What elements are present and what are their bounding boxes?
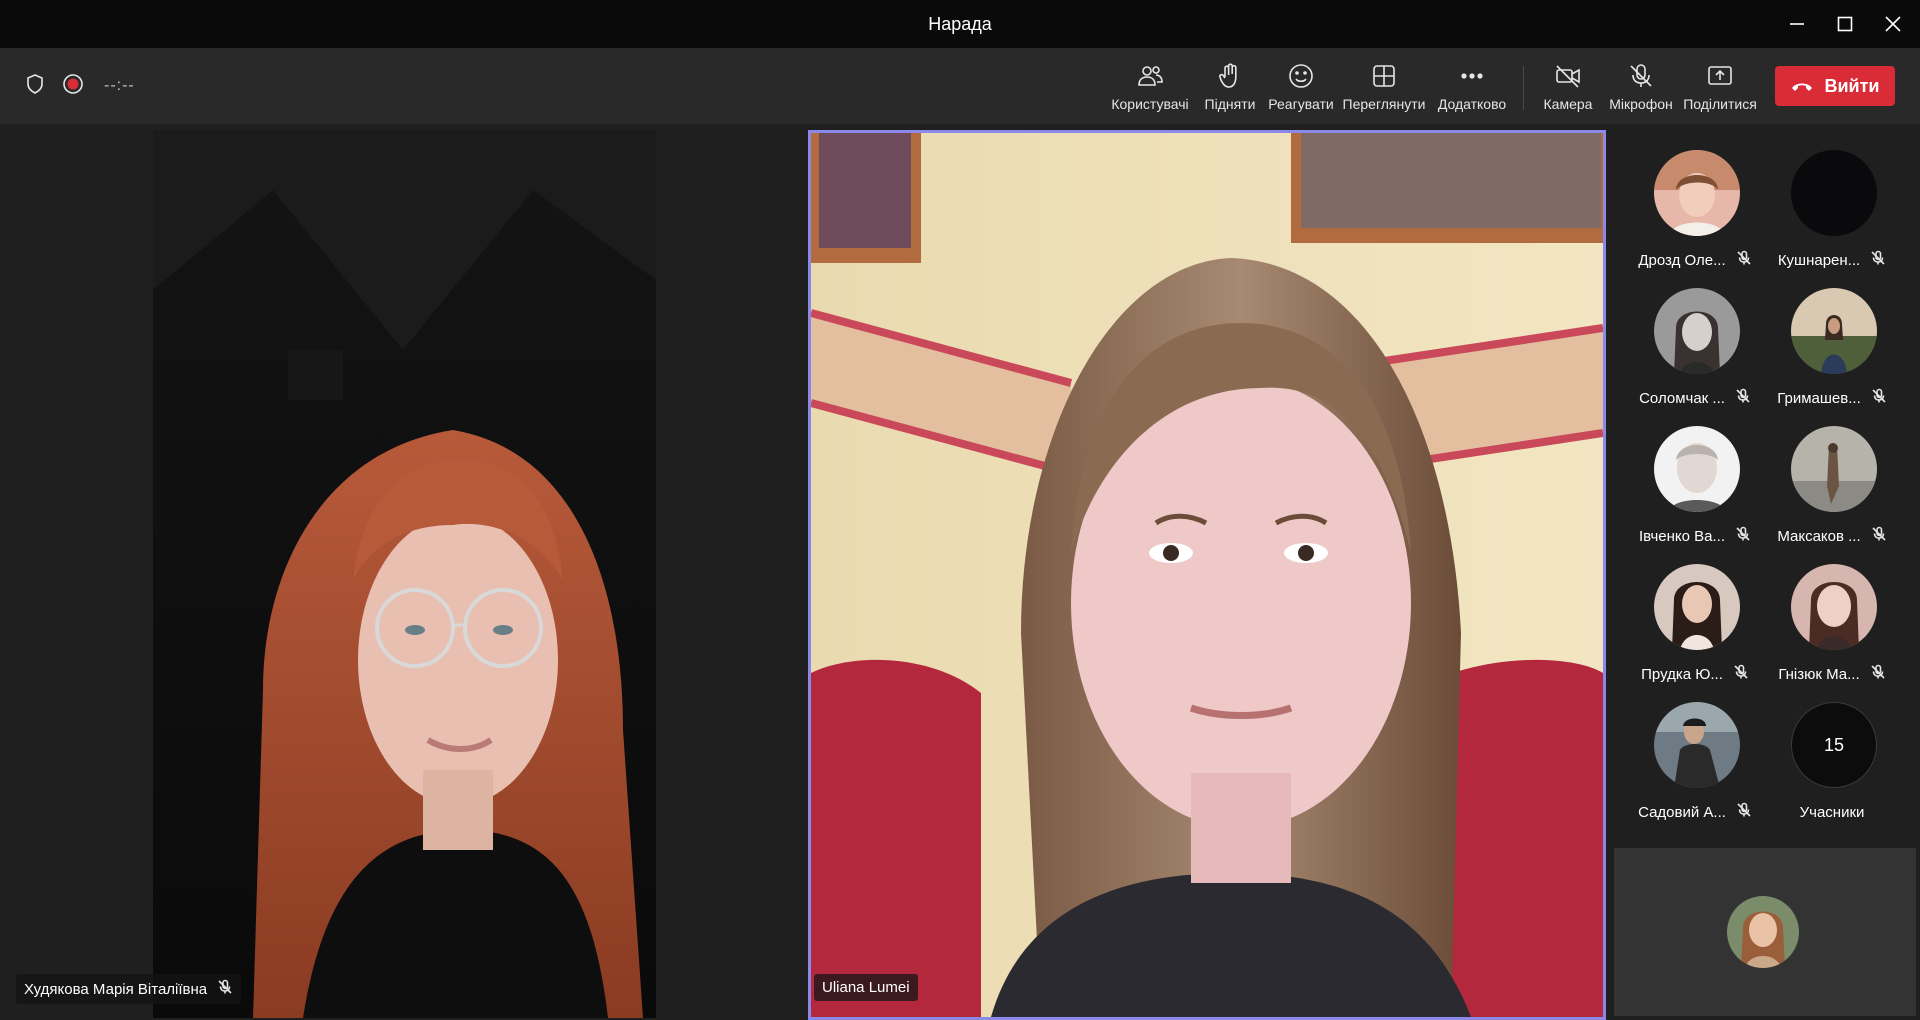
self-avatar <box>1727 896 1799 968</box>
more-button[interactable]: Додатково <box>1434 58 1510 118</box>
mic-off-icon <box>1871 526 1887 546</box>
share-button[interactable]: Поділитися <box>1682 58 1758 118</box>
mic-off-icon <box>1735 526 1751 546</box>
participant-video-left <box>153 130 656 1018</box>
avatar <box>1791 564 1877 650</box>
mic-off-icon <box>217 979 233 999</box>
participant-tile[interactable]: Дрозд Оле... <box>1626 150 1764 280</box>
mic-off-icon <box>1630 64 1652 87</box>
raise-hand-button[interactable]: Підняти <box>1202 58 1258 118</box>
close-icon <box>1885 16 1901 32</box>
participant-tile[interactable]: Гримашев... <box>1763 288 1901 418</box>
mic-off-icon <box>1733 664 1749 684</box>
participant-tile[interactable]: Садовий А... <box>1626 702 1764 832</box>
participants-overflow[interactable]: 15 Учасники <box>1763 702 1901 832</box>
camera-button[interactable]: Камера <box>1538 58 1598 118</box>
meeting-toolbar: --:-- Користувачі Підняти Реагувати Пере… <box>0 48 1920 124</box>
avatar <box>1791 150 1877 236</box>
more-icon <box>1461 73 1483 79</box>
close-button[interactable] <box>1866 0 1920 48</box>
name-tag-left: Худякова Марія Віталіївна <box>16 974 242 1004</box>
hang-up-icon <box>1792 83 1813 91</box>
mic-off-icon <box>1871 388 1887 408</box>
participant-count: 15 <box>1791 702 1877 788</box>
recording-icon <box>62 73 84 100</box>
avatar <box>1791 288 1877 374</box>
participant-tile[interactable]: Максаков ... <box>1763 426 1901 556</box>
video-tile-left[interactable] <box>153 130 656 1018</box>
title-bar: Нарада <box>0 0 1920 48</box>
mic-button[interactable]: Мікрофон <box>1606 58 1676 118</box>
view-button[interactable]: Переглянути <box>1342 58 1426 118</box>
participant-tile[interactable]: Гнізюк Ма... <box>1763 564 1901 694</box>
mic-off-icon <box>1735 388 1751 408</box>
toolbar-divider <box>1523 66 1524 110</box>
name-tag-active: Uliana Lumei <box>814 974 918 1001</box>
participant-video-right <box>811 133 1603 1017</box>
hand-icon <box>1219 63 1237 88</box>
avatar <box>1654 150 1740 236</box>
people-button[interactable]: Користувачі <box>1110 58 1190 118</box>
minimize-icon <box>1790 23 1804 25</box>
avatar <box>1654 564 1740 650</box>
leave-button[interactable]: Вийти <box>1775 66 1895 106</box>
mic-off-icon <box>1736 250 1752 270</box>
maximize-button[interactable] <box>1818 0 1872 48</box>
grid-icon <box>1373 65 1395 87</box>
participant-tile[interactable]: Соломчак ... <box>1626 288 1764 418</box>
maximize-icon <box>1837 16 1853 32</box>
mic-off-icon <box>1870 664 1886 684</box>
avatar <box>1654 288 1740 374</box>
meeting-timer: --:-- <box>104 77 135 94</box>
minimize-button[interactable] <box>1770 0 1824 48</box>
participant-tile[interactable]: Івченко Ва... <box>1626 426 1764 556</box>
mic-off-icon <box>1736 802 1752 822</box>
avatar <box>1654 426 1740 512</box>
people-icon <box>1138 66 1163 86</box>
video-tile-active[interactable] <box>808 130 1606 1020</box>
react-button[interactable]: Реагувати <box>1268 58 1334 118</box>
mic-off-icon <box>1870 250 1886 270</box>
shield-icon[interactable] <box>24 73 46 100</box>
participant-tile[interactable]: Прудка Ю... <box>1626 564 1764 694</box>
video-stage: Худякова Марія Віталіївна Uliana Lumei <box>0 124 1610 1020</box>
share-icon <box>1708 66 1732 85</box>
participant-tile[interactable]: Кушнарен... <box>1763 150 1901 280</box>
self-view[interactable] <box>1614 848 1916 1016</box>
avatar <box>1654 702 1740 788</box>
smile-icon <box>1289 64 1313 88</box>
camera-off-icon <box>1556 65 1580 88</box>
avatar <box>1791 426 1877 512</box>
window-title: Нарада <box>928 14 992 34</box>
